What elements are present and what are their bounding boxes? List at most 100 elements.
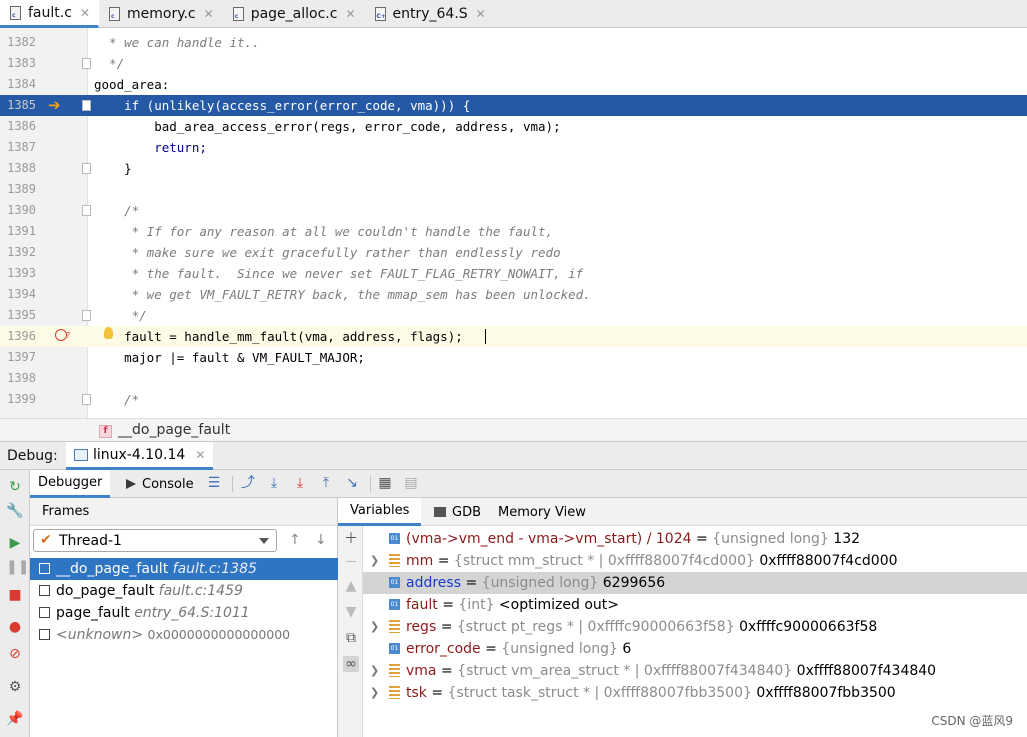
variable-row[interactable]: ❯ regs = {struct pt_regs * | 0xffffc9000… bbox=[363, 616, 1027, 638]
evaluate-expression-icon[interactable]: ▦ bbox=[377, 475, 393, 491]
breadcrumb-function[interactable]: __do_page_fault bbox=[118, 422, 230, 438]
expand-chevron-icon[interactable]: ❯ bbox=[370, 682, 379, 704]
tab-entry-64-s[interactable]: C+ entry_64.S ✕ bbox=[365, 0, 495, 28]
view-breakpoints-icon[interactable]: ● bbox=[6, 618, 24, 636]
tab-memory-view[interactable]: Memory View bbox=[486, 498, 598, 526]
fold-marker-icon[interactable] bbox=[82, 394, 91, 405]
fold-marker-icon[interactable] bbox=[82, 100, 91, 111]
pin-icon[interactable]: 📌 bbox=[6, 710, 24, 728]
frame-item[interactable]: do_page_fault fault.c:1459 bbox=[30, 580, 338, 602]
variable-row[interactable]: 01 address = {unsigned long} 6299656 bbox=[363, 572, 1027, 594]
settings-icon[interactable]: ⚙ bbox=[6, 678, 24, 696]
variable-row[interactable]: ❯ tsk = {struct task_struct * | 0xffff88… bbox=[363, 682, 1027, 704]
tab-memory-c[interactable]: c memory.c ✕ bbox=[99, 0, 223, 28]
code-line[interactable]: 1395 */ bbox=[0, 305, 1027, 326]
c-file-icon: c bbox=[10, 5, 21, 20]
debug-session-tab[interactable]: linux-4.10.14 ✕ bbox=[66, 442, 214, 470]
tab-console[interactable]: Console bbox=[118, 470, 202, 498]
frame-item[interactable]: page_fault entry_64.S:1011 bbox=[30, 602, 338, 624]
resume-icon[interactable]: ▶ bbox=[6, 534, 24, 552]
variable-type: {struct vm_area_struct * | 0xffff88007f4… bbox=[457, 663, 793, 679]
rerun-icon[interactable]: ↻ bbox=[6, 478, 24, 496]
fold-marker-icon[interactable] bbox=[82, 58, 91, 69]
show-watches-glasses-icon[interactable]: ∞ bbox=[343, 656, 359, 672]
frame-function: do_page_fault bbox=[56, 583, 155, 599]
menu-icon[interactable]: ☰ bbox=[206, 475, 222, 491]
tab-page-alloc-c[interactable]: c page_alloc.c ✕ bbox=[223, 0, 365, 28]
step-out-icon[interactable]: ⤒ bbox=[318, 475, 334, 491]
code-line[interactable]: 1383 */ bbox=[0, 53, 1027, 74]
code-line[interactable]: 1384 good_area: bbox=[0, 74, 1027, 95]
run-to-cursor-icon[interactable]: ↘ bbox=[344, 475, 360, 491]
mute-breakpoints-icon[interactable]: ⊘ bbox=[6, 645, 24, 663]
variable-row[interactable]: ❯ mm = {struct mm_struct * | 0xffff88007… bbox=[363, 550, 1027, 572]
variable-row[interactable]: 01 error_code = {unsigned long} 6 bbox=[363, 638, 1027, 660]
tab-variables[interactable]: Variables bbox=[338, 498, 422, 526]
equals-sign: = bbox=[480, 641, 502, 657]
stack-frame-icon bbox=[39, 585, 50, 596]
arrow-up-icon[interactable]: ↑ bbox=[289, 532, 301, 548]
execution-line[interactable]: 1385 ➔ if (unlikely(access_error(error_c… bbox=[0, 95, 1027, 116]
expand-chevron-icon[interactable]: ❯ bbox=[370, 550, 379, 572]
code-line[interactable]: 1397 major |= fault & VM_FAULT_MAJOR; bbox=[0, 347, 1027, 368]
frame-item[interactable]: <unknown> 0x0000000000000000 bbox=[30, 624, 338, 646]
code-line[interactable]: 1389 bbox=[0, 179, 1027, 200]
arrow-down-icon[interactable]: ↓ bbox=[315, 532, 327, 548]
tab-gdb[interactable]: GDB bbox=[422, 498, 493, 526]
thread-select[interactable]: ✔ Thread-1 bbox=[33, 529, 277, 552]
move-up-icon[interactable]: ▲ bbox=[343, 578, 359, 594]
code-line[interactable]: 1382 * we can handle it.. bbox=[0, 32, 1027, 53]
breakpoint-question-icon: ? bbox=[66, 331, 71, 340]
expand-chevron-icon[interactable]: ❯ bbox=[370, 660, 379, 682]
code-line[interactable]: 1388 } bbox=[0, 158, 1027, 179]
close-icon[interactable]: ✕ bbox=[204, 7, 214, 21]
remove-watch-icon[interactable]: － bbox=[343, 552, 359, 572]
tab-fault-c[interactable]: c fault.c ✕ bbox=[0, 0, 99, 28]
chevron-down-icon bbox=[259, 538, 269, 544]
fold-marker-icon[interactable] bbox=[82, 163, 91, 174]
struct-var-icon bbox=[389, 686, 400, 699]
close-icon[interactable]: ✕ bbox=[345, 7, 355, 21]
code-line[interactable]: 1386 bad_area_access_error(regs, error_c… bbox=[0, 116, 1027, 137]
code-line[interactable]: 1393 * the fault. Since we never set FAU… bbox=[0, 263, 1027, 284]
console-icon bbox=[126, 479, 136, 489]
fold-marker-icon[interactable] bbox=[82, 310, 91, 321]
copy-icon[interactable]: ⧉ bbox=[343, 630, 359, 646]
variable-row[interactable]: 01 fault = {int} <optimized out> bbox=[363, 594, 1027, 616]
close-icon[interactable]: ✕ bbox=[476, 7, 486, 21]
add-watch-icon[interactable]: ＋ bbox=[343, 528, 359, 548]
move-down-icon[interactable]: ▼ bbox=[343, 604, 359, 620]
step-over-icon[interactable]: ⤓ bbox=[266, 475, 282, 491]
frames-header: Frames bbox=[30, 498, 337, 526]
variable-row[interactable]: ❯ vma = {struct vm_area_struct * | 0xfff… bbox=[363, 660, 1027, 682]
current-caret-line[interactable]: 1396 ? fault = handle_mm_fault(vma, addr… bbox=[0, 326, 1027, 347]
layout-icon[interactable]: ▤ bbox=[403, 475, 419, 491]
close-icon[interactable]: ✕ bbox=[195, 448, 205, 462]
code-line[interactable]: 1392 * make sure we exit gracefully rath… bbox=[0, 242, 1027, 263]
code-editor[interactable]: 1382 * we can handle it.. 1383 */ 1384 g… bbox=[0, 28, 1027, 418]
code-line[interactable]: 1398 bbox=[0, 368, 1027, 389]
variable-value: 0xffff88007fbb3500 bbox=[751, 685, 896, 701]
variable-type: {struct task_struct * | 0xffff88007fbb35… bbox=[447, 685, 752, 701]
code-line[interactable]: 1391 * If for any reason at all we could… bbox=[0, 221, 1027, 242]
wrench-icon[interactable]: 🔧 bbox=[6, 502, 24, 520]
code-line[interactable]: 1399 /* bbox=[0, 389, 1027, 410]
fold-marker-icon[interactable] bbox=[82, 205, 91, 216]
equals-sign: = bbox=[691, 531, 713, 547]
variables-side-toolbar: ＋ － ▲ ▼ ⧉ ∞ bbox=[338, 526, 363, 737]
expand-chevron-icon[interactable]: ❯ bbox=[370, 616, 379, 638]
code-line[interactable]: 1390 /* bbox=[0, 200, 1027, 221]
step-into-icon[interactable]: ⤓ bbox=[292, 475, 308, 491]
session-label: linux-4.10.14 bbox=[93, 446, 186, 463]
variable-type: {unsigned long} bbox=[501, 641, 618, 657]
tab-debugger[interactable]: Debugger bbox=[30, 470, 111, 498]
frame-item[interactable]: __do_page_fault fault.c:1385 bbox=[30, 558, 338, 580]
variable-row[interactable]: 01 (vma->vm_end - vma->vm_start) / 1024 … bbox=[363, 528, 1027, 550]
pause-icon[interactable]: ❚❚ bbox=[6, 558, 29, 576]
code-line[interactable]: 1394 * we get VM_FAULT_RETRY back, the m… bbox=[0, 284, 1027, 305]
close-icon[interactable]: ✕ bbox=[80, 6, 90, 20]
stop-icon[interactable]: ■ bbox=[6, 586, 24, 604]
show-execution-point-icon[interactable]: ⤴ bbox=[240, 475, 256, 491]
code-line[interactable]: 1387 return; bbox=[0, 137, 1027, 158]
line-number: 1398 bbox=[7, 371, 36, 385]
